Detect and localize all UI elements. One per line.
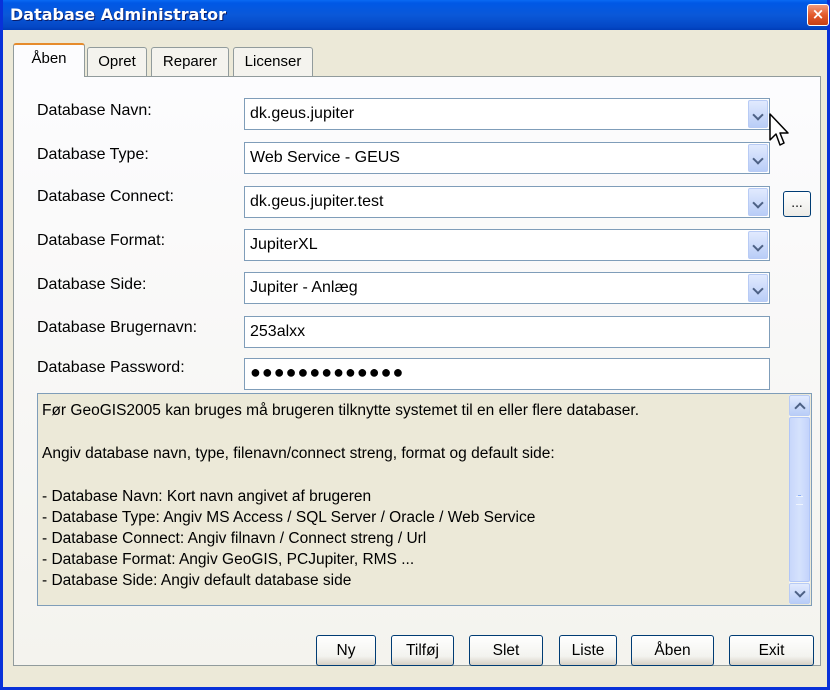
help-line: - Database Connect: Angiv filnavn / Conn… <box>42 530 427 547</box>
help-line: - Database Format: Angiv GeoGIS, PCJupit… <box>42 551 415 568</box>
database-type-value: Web Service - GEUS <box>250 149 400 166</box>
close-icon: × <box>811 5 825 23</box>
tab-licenser[interactable]: Licenser <box>233 47 313 76</box>
database-navn-combo[interactable]: dk.geus.jupiter <box>244 98 770 130</box>
tab-reparer[interactable]: Reparer <box>151 47 229 76</box>
help-text-area[interactable]: Før GeoGIS2005 kan bruges må brugeren ti… <box>37 393 812 606</box>
database-brugernavn-label: Database Brugernavn: <box>37 319 198 336</box>
database-type-combo[interactable]: Web Service - GEUS <box>244 142 770 174</box>
help-line: Angiv database navn, type, filenavn/conn… <box>42 445 555 462</box>
password-input[interactable]: ●●●●●●●●●●●●● <box>244 358 770 390</box>
help-scrollbar[interactable] <box>789 395 810 604</box>
scroll-up-icon[interactable] <box>789 395 810 416</box>
title-bar[interactable]: Database Administrator × <box>3 0 829 30</box>
help-line: - Database Navn: Kort navn angivet af br… <box>42 488 372 505</box>
database-format-label: Database Format: <box>37 232 166 249</box>
window-title: Database Administrator <box>10 5 226 24</box>
database-administrator-window: Database Administrator × Åben Opret Repa… <box>0 0 830 690</box>
brugernavn-value: 253alxx <box>250 323 306 340</box>
liste-button[interactable]: Liste <box>559 635 617 666</box>
brugernavn-input[interactable]: 253alxx <box>244 316 770 348</box>
database-connect-label: Database Connect: <box>37 188 174 205</box>
database-format-combo[interactable]: JupiterXL <box>244 229 770 261</box>
browse-connect-button[interactable]: ... <box>783 191 811 217</box>
chevron-down-icon[interactable] <box>748 231 768 259</box>
password-value: ●●●●●●●●●●●●● <box>250 362 405 382</box>
tilfoj-button[interactable]: Tilføj <box>391 635 454 666</box>
database-password-label: Database Password: <box>37 359 185 376</box>
mouse-cursor-icon <box>769 113 789 146</box>
exit-button[interactable]: Exit <box>729 635 814 666</box>
ny-button[interactable]: Ny <box>316 635 376 666</box>
help-line: - Database Type: Angiv MS Access / SQL S… <box>42 509 536 526</box>
database-side-combo[interactable]: Jupiter - Anlæg <box>244 272 770 304</box>
database-side-value: Jupiter - Anlæg <box>250 279 358 296</box>
database-navn-label: Database Navn: <box>37 102 152 119</box>
database-connect-value: dk.geus.jupiter.test <box>250 193 384 210</box>
help-line: - Database Side: Angiv default database … <box>42 572 352 589</box>
tab-aaben[interactable]: Åben <box>13 43 85 77</box>
slet-button[interactable]: Slet <box>469 635 543 666</box>
chevron-down-icon[interactable] <box>748 274 768 302</box>
chevron-down-icon[interactable] <box>748 188 768 216</box>
scroll-down-icon[interactable] <box>789 583 810 604</box>
tab-opret[interactable]: Opret <box>87 47 147 76</box>
help-line: Før GeoGIS2005 kan bruges må brugeren ti… <box>42 402 640 419</box>
chevron-down-icon[interactable] <box>748 100 768 128</box>
scroll-thumb[interactable] <box>789 417 810 582</box>
aaben-button[interactable]: Åben <box>631 635 714 666</box>
database-format-value: JupiterXL <box>250 236 318 253</box>
database-navn-value: dk.geus.jupiter <box>250 105 355 122</box>
database-side-label: Database Side: <box>37 276 147 293</box>
close-button[interactable]: × <box>807 4 829 26</box>
database-connect-combo[interactable]: dk.geus.jupiter.test <box>244 186 770 218</box>
chevron-down-icon[interactable] <box>748 144 768 172</box>
database-type-label: Database Type: <box>37 146 149 163</box>
